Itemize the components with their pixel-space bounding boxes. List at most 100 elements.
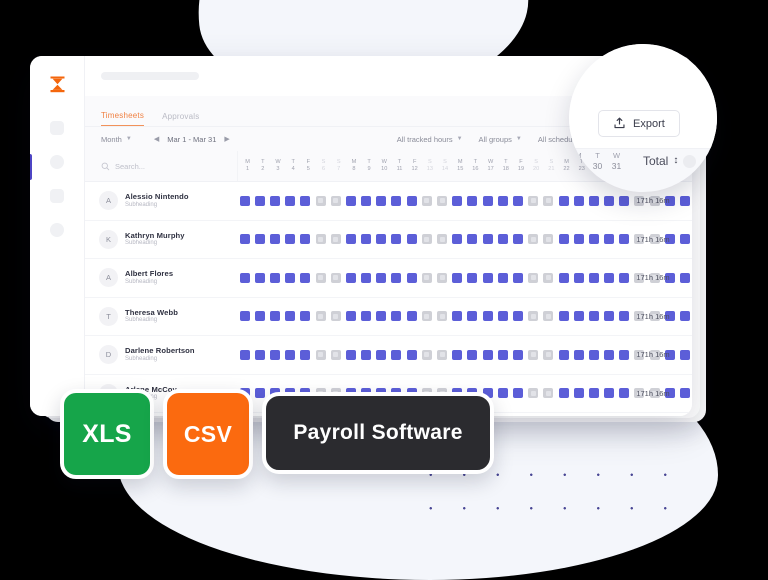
- day-cell-4[interactable]: [283, 195, 298, 206]
- badge-csv[interactable]: CSV: [163, 389, 253, 479]
- day-cell-21[interactable]: [541, 272, 556, 283]
- day-cell-11[interactable]: [389, 234, 404, 245]
- day-cell-19[interactable]: [510, 349, 525, 360]
- day-cell-23[interactable]: [571, 272, 586, 283]
- day-cell-11[interactable]: [389, 349, 404, 360]
- day-cell-1[interactable]: [237, 195, 252, 206]
- next-period-icon[interactable]: ▶: [224, 135, 229, 143]
- day-cell-13[interactable]: [419, 234, 434, 245]
- day-cell-14[interactable]: [434, 195, 449, 206]
- day-cell-19[interactable]: [510, 195, 525, 206]
- day-cell-2[interactable]: [252, 272, 267, 283]
- day-cell-9[interactable]: [359, 234, 374, 245]
- day-cell-15[interactable]: [450, 349, 465, 360]
- day-cell-16[interactable]: [465, 349, 480, 360]
- day-cell-20[interactable]: [526, 272, 541, 283]
- filter-groups[interactable]: All groups ▼: [479, 135, 522, 144]
- day-cell-2[interactable]: [252, 311, 267, 322]
- day-cell-17[interactable]: [480, 311, 495, 322]
- day-cell-9[interactable]: [359, 272, 374, 283]
- day-cell-21[interactable]: [541, 234, 556, 245]
- badge-payroll[interactable]: Payroll Software: [262, 392, 494, 474]
- day-cell-13[interactable]: [419, 311, 434, 322]
- day-cell-7[interactable]: [328, 349, 343, 360]
- day-cell-8[interactable]: [343, 234, 358, 245]
- day-cell-8[interactable]: [343, 272, 358, 283]
- day-cell-23[interactable]: [571, 311, 586, 322]
- day-cell-22[interactable]: [556, 234, 571, 245]
- table-row[interactable]: D Darlene Robertson Subheading 171h 16m: [85, 336, 692, 375]
- day-cell-5[interactable]: [298, 195, 313, 206]
- day-cell-20[interactable]: [526, 311, 541, 322]
- day-cell-21[interactable]: [541, 195, 556, 206]
- day-cell-22[interactable]: [556, 195, 571, 206]
- day-cell-22[interactable]: [556, 349, 571, 360]
- day-cell-1[interactable]: [237, 234, 252, 245]
- day-cell-12[interactable]: [404, 311, 419, 322]
- day-cell-17[interactable]: [480, 195, 495, 206]
- day-cell-5[interactable]: [298, 311, 313, 322]
- table-row[interactable]: T Theresa Webb Subheading 171h 16m: [85, 298, 692, 336]
- day-cell-15[interactable]: [450, 311, 465, 322]
- day-cell-13[interactable]: [419, 349, 434, 360]
- table-row[interactable]: A Alessio NintendoSubheading 171h 16m: [85, 182, 692, 221]
- day-cell-8[interactable]: [343, 349, 358, 360]
- day-cell-3[interactable]: [267, 272, 282, 283]
- day-cell-10[interactable]: [374, 195, 389, 206]
- day-cell-1[interactable]: [237, 272, 252, 283]
- day-cell-16[interactable]: [465, 195, 480, 206]
- badge-xls[interactable]: XLS: [60, 389, 154, 479]
- day-cell-19[interactable]: [510, 311, 525, 322]
- day-cell-12[interactable]: [404, 195, 419, 206]
- sort-icon[interactable]: ↕: [673, 156, 678, 166]
- day-cell-12[interactable]: [404, 234, 419, 245]
- lens-total-header[interactable]: Total ↕: [643, 154, 697, 168]
- day-cell-15[interactable]: [450, 272, 465, 283]
- period-selector[interactable]: Month ▼: [101, 135, 132, 144]
- day-cell-18[interactable]: [495, 272, 510, 283]
- sidebar-item-3[interactable]: [30, 182, 84, 210]
- day-cell-18[interactable]: [495, 234, 510, 245]
- day-cell-18[interactable]: [495, 388, 510, 399]
- day-cell-24[interactable]: [586, 195, 601, 206]
- day-cell-1[interactable]: [237, 349, 252, 360]
- day-cell-3[interactable]: [267, 195, 282, 206]
- day-cell-12[interactable]: [404, 272, 419, 283]
- day-cell-20[interactable]: [526, 388, 541, 399]
- day-cell-6[interactable]: [313, 272, 328, 283]
- day-cell-11[interactable]: [389, 195, 404, 206]
- day-cell-3[interactable]: [267, 311, 282, 322]
- day-cell-4[interactable]: [283, 311, 298, 322]
- day-cell-6[interactable]: [313, 234, 328, 245]
- day-cell-6[interactable]: [313, 349, 328, 360]
- day-cell-21[interactable]: [541, 388, 556, 399]
- tab-timesheets[interactable]: Timesheets: [101, 111, 145, 126]
- day-cell-5[interactable]: [298, 234, 313, 245]
- day-cell-9[interactable]: [359, 195, 374, 206]
- day-cell-24[interactable]: [586, 272, 601, 283]
- day-cell-15[interactable]: [450, 195, 465, 206]
- day-cell-2[interactable]: [252, 195, 267, 206]
- day-cell-2[interactable]: [252, 349, 267, 360]
- table-row[interactable]: K Kathryn Murphy Subheading 171h 16m: [85, 221, 692, 259]
- day-cell-23[interactable]: [571, 195, 586, 206]
- day-cell-8[interactable]: [343, 311, 358, 322]
- day-cell-24[interactable]: [586, 311, 601, 322]
- day-cell-22[interactable]: [556, 388, 571, 399]
- app-logo[interactable]: [30, 70, 84, 98]
- day-cell-17[interactable]: [480, 272, 495, 283]
- day-cell-10[interactable]: [374, 311, 389, 322]
- day-cell-24[interactable]: [586, 349, 601, 360]
- day-cell-24[interactable]: [586, 388, 601, 399]
- day-cell-5[interactable]: [298, 272, 313, 283]
- day-cell-13[interactable]: [419, 195, 434, 206]
- day-cell-3[interactable]: [267, 349, 282, 360]
- day-cell-23[interactable]: [571, 234, 586, 245]
- day-cell-1[interactable]: [237, 311, 252, 322]
- day-cell-13[interactable]: [419, 272, 434, 283]
- day-cell-10[interactable]: [374, 272, 389, 283]
- day-cell-18[interactable]: [495, 311, 510, 322]
- day-cell-15[interactable]: [450, 234, 465, 245]
- day-cell-11[interactable]: [389, 311, 404, 322]
- day-cell-18[interactable]: [495, 195, 510, 206]
